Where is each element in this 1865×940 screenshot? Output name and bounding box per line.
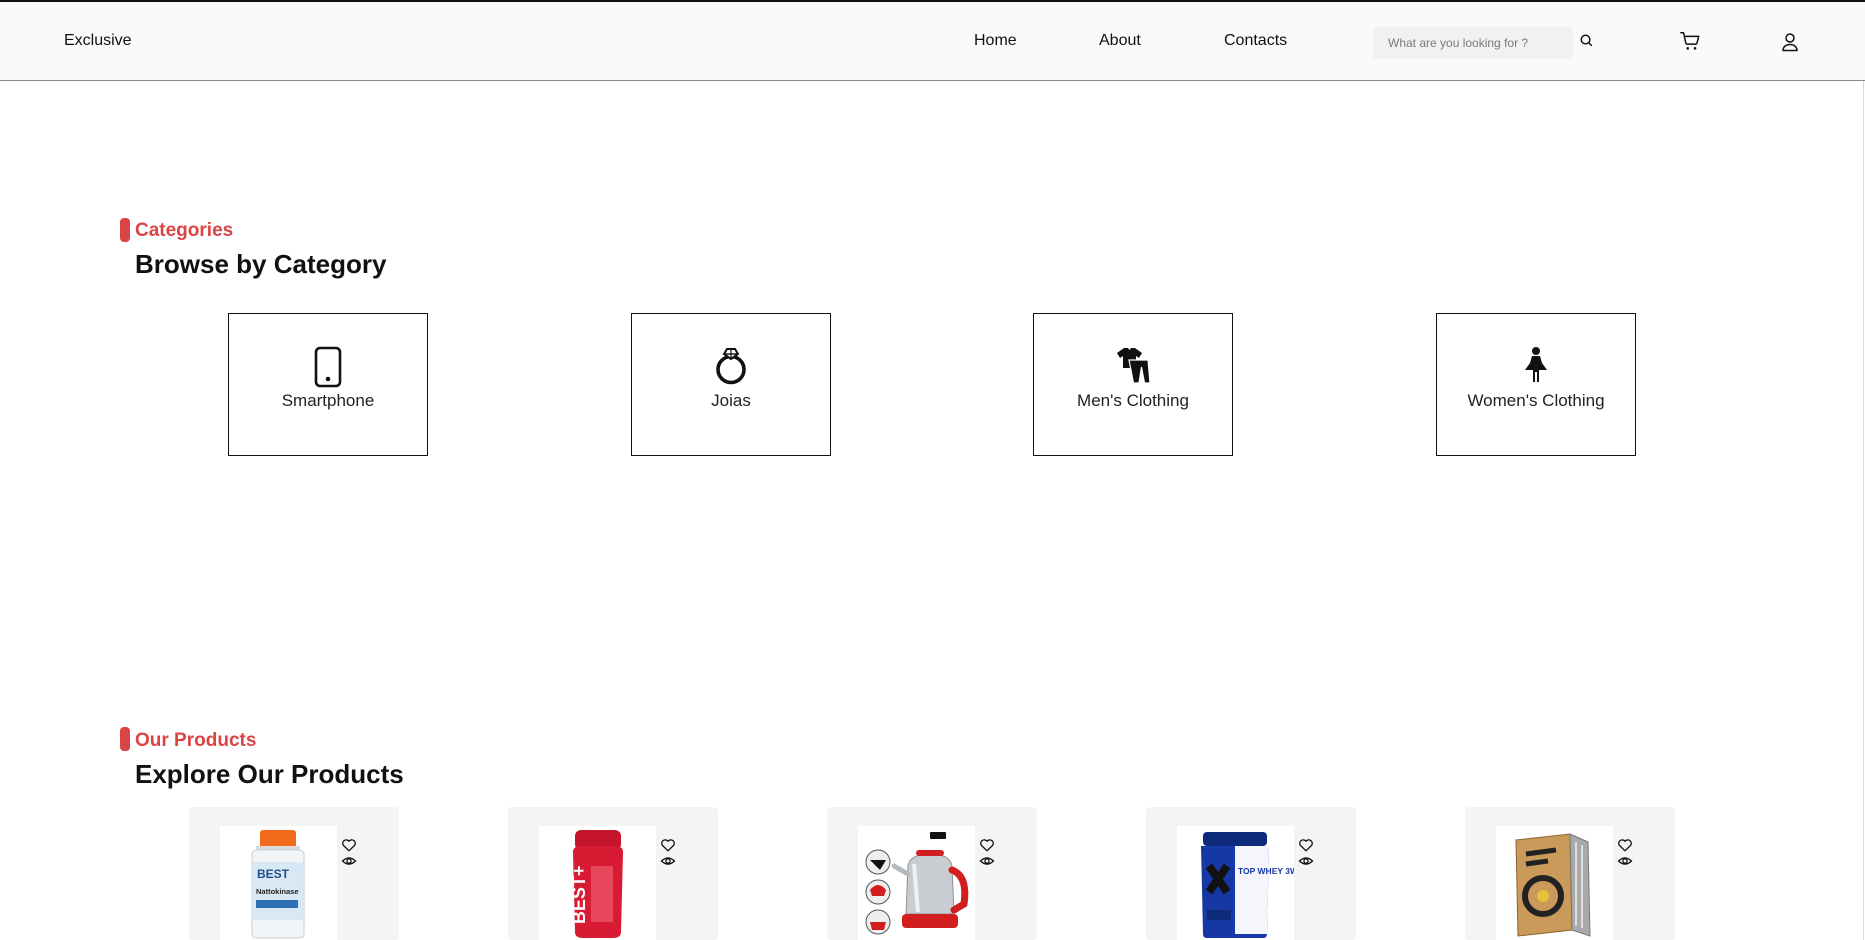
product-card[interactable]: TOP WHEY 3W [1146,807,1356,940]
category-card-joias[interactable]: Joias [631,313,831,456]
eye-icon[interactable] [979,853,995,869]
categories-title: Browse by Category [135,249,387,279]
logo[interactable]: Exclusive [64,32,132,50]
product-image-text: BEST [257,867,290,881]
nav-contacts[interactable]: Contacts [1224,32,1287,50]
product-image-text: Nattokinase [256,887,299,896]
category-label: Men's Clothing [1077,391,1189,410]
products-eyebrow: Our Products [135,730,257,751]
products-title: Explore Our Products [135,759,404,789]
category-label: Smartphone [281,391,375,410]
product-card[interactable] [827,807,1037,940]
eye-icon[interactable] [1298,853,1314,869]
mens-clothing-icon [1114,346,1152,389]
eye-icon[interactable] [660,853,676,869]
product-card[interactable]: BEST Nattokinase [189,807,399,940]
nav-home[interactable]: Home [974,32,1017,50]
womens-clothing-icon [1523,346,1549,389]
heart-icon[interactable] [341,837,357,853]
product-image-text: TOP WHEY 3W [1238,866,1294,876]
product-card[interactable]: BEST+ [508,807,718,940]
search-icon[interactable] [1579,33,1594,48]
eye-icon[interactable] [1617,853,1633,869]
electric-kettle-image[interactable] [858,826,975,940]
heart-icon[interactable] [979,837,995,853]
supplement-bottle-image[interactable]: BEST Nattokinase [220,826,337,940]
product-image-text: BEST+ [569,865,589,924]
search-input[interactable] [1373,26,1568,59]
ring-icon [713,346,749,391]
category-card-womens-clothing[interactable]: Women's Clothing [1436,313,1636,456]
product-card[interactable] [1465,807,1675,940]
book-image[interactable] [1496,826,1613,940]
categories-tag-bar [120,218,130,242]
heart-icon[interactable] [1617,837,1633,853]
user-account-icon[interactable] [1781,32,1799,52]
page [0,0,1864,940]
nav-about[interactable]: About [1099,32,1141,50]
whey-protein-tub-image[interactable]: TOP WHEY 3W [1177,826,1294,940]
category-card-smartphone[interactable]: Smartphone [228,313,428,456]
search-box [1373,26,1573,59]
products-tag-bar [120,727,130,751]
eye-icon[interactable] [341,853,357,869]
categories-eyebrow: Categories [135,220,234,241]
smartphone-icon [314,346,342,393]
category-card-mens-clothing[interactable]: Men's Clothing [1033,313,1233,456]
heart-icon[interactable] [660,837,676,853]
red-hair-powder-image[interactable]: BEST+ [539,826,656,940]
cart-icon[interactable] [1679,30,1701,52]
site-header: Exclusive Home About Contacts [0,2,1865,81]
category-label: Women's Clothing [1467,391,1605,410]
category-label: Joias [711,391,751,410]
heart-icon[interactable] [1298,837,1314,853]
